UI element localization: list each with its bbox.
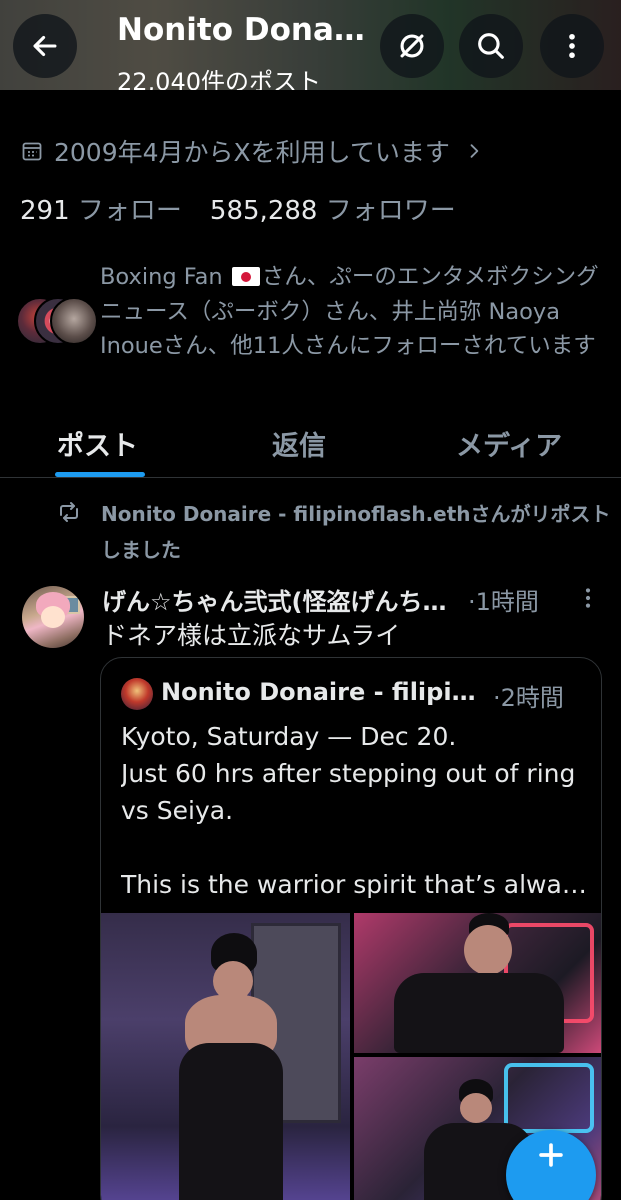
post-more-icon[interactable] bbox=[574, 584, 602, 612]
arrow-left-icon bbox=[33, 35, 57, 57]
quoted-post-card[interactable]: Nonito Donaire - filipinoflash.eth ·2時間 … bbox=[100, 657, 602, 1200]
followed-by-avatars[interactable] bbox=[16, 297, 98, 347]
followers-link[interactable]: 585,288 フォロワー bbox=[210, 196, 456, 226]
more-options-button[interactable] bbox=[540, 14, 604, 78]
active-tab-indicator bbox=[55, 472, 145, 477]
no-ads-button[interactable] bbox=[380, 14, 444, 78]
post-author-avatar[interactable] bbox=[22, 586, 84, 648]
avatar bbox=[50, 297, 98, 345]
slashed-circle-icon bbox=[400, 34, 424, 58]
chevron-right-icon bbox=[470, 144, 479, 158]
quoted-timestamp: ·2時間 bbox=[493, 684, 564, 712]
quoted-text-line: This is the warrior spirit that’s always… bbox=[121, 870, 591, 899]
followed-by-text-part1: Boxing Fan bbox=[100, 264, 230, 290]
tab-posts[interactable]: ポスト bbox=[57, 424, 138, 463]
followed-by-text[interactable]: Boxing Fan さん、ぷーのエンタメボクシングニュース（ぷーボク）さん、井… bbox=[100, 260, 605, 364]
japan-flag-icon bbox=[231, 267, 260, 286]
back-button[interactable] bbox=[13, 14, 77, 78]
joined-date-row[interactable]: 2009年4月からXを利用しています bbox=[20, 134, 494, 168]
quoted-text-line: vs Seiya. bbox=[121, 796, 234, 825]
following-label: フォロー bbox=[77, 196, 182, 226]
following-count: 291 bbox=[20, 196, 70, 226]
tab-replies[interactable]: 返信 bbox=[272, 424, 326, 463]
repost-text: Nonito Donaire - filipinoflash.ethさんがリポス… bbox=[101, 502, 611, 562]
quoted-author-name: Nonito Donaire - filipinoflash.eth bbox=[161, 678, 491, 706]
profile-header-banner: Nonito Donaire - filipinoflash.eth 22,04… bbox=[0, 0, 621, 90]
header-post-count: 22,040件のポスト bbox=[117, 68, 321, 90]
following-link[interactable]: 291 フォロー bbox=[20, 196, 182, 226]
search-icon bbox=[478, 33, 504, 59]
more-vertical-icon bbox=[569, 33, 575, 59]
plus-icon bbox=[539, 1143, 563, 1167]
follow-counts: 291 フォロー 585,288 フォロワー bbox=[20, 190, 456, 227]
media-photo[interactable] bbox=[101, 913, 350, 1200]
tab-media[interactable]: メディア bbox=[456, 424, 562, 463]
followers-label: フォロワー bbox=[325, 196, 456, 226]
post-author-name[interactable]: げん☆ちゃん弐式(怪盗げんちゃん) bbox=[102, 582, 464, 617]
quoted-author-avatar bbox=[121, 678, 153, 710]
quoted-text-line: Kyoto, Saturday — Dec 20. bbox=[121, 722, 457, 751]
post-text: ドネア様は立派なサムライ bbox=[102, 621, 401, 650]
post-timestamp[interactable]: ·1時間 bbox=[468, 582, 539, 617]
repost-icon bbox=[60, 502, 78, 522]
followers-count: 585,288 bbox=[209, 196, 318, 226]
quoted-post-text: Kyoto, Saturday — Dec 20. Just 60 hrs af… bbox=[121, 718, 591, 903]
header-title: Nonito Donaire - filipinoflash.eth bbox=[117, 12, 367, 48]
calendar-icon bbox=[22, 142, 42, 161]
search-button[interactable] bbox=[459, 14, 523, 78]
joined-date-text: 2009年4月からXを利用しています bbox=[54, 138, 450, 167]
media-photo[interactable] bbox=[354, 913, 601, 1053]
profile-tabs: ポスト 返信 メディア bbox=[0, 410, 621, 478]
quoted-text-line bbox=[121, 829, 591, 866]
quoted-text-line: Just 60 hrs after stepping out of ring bbox=[121, 759, 576, 788]
